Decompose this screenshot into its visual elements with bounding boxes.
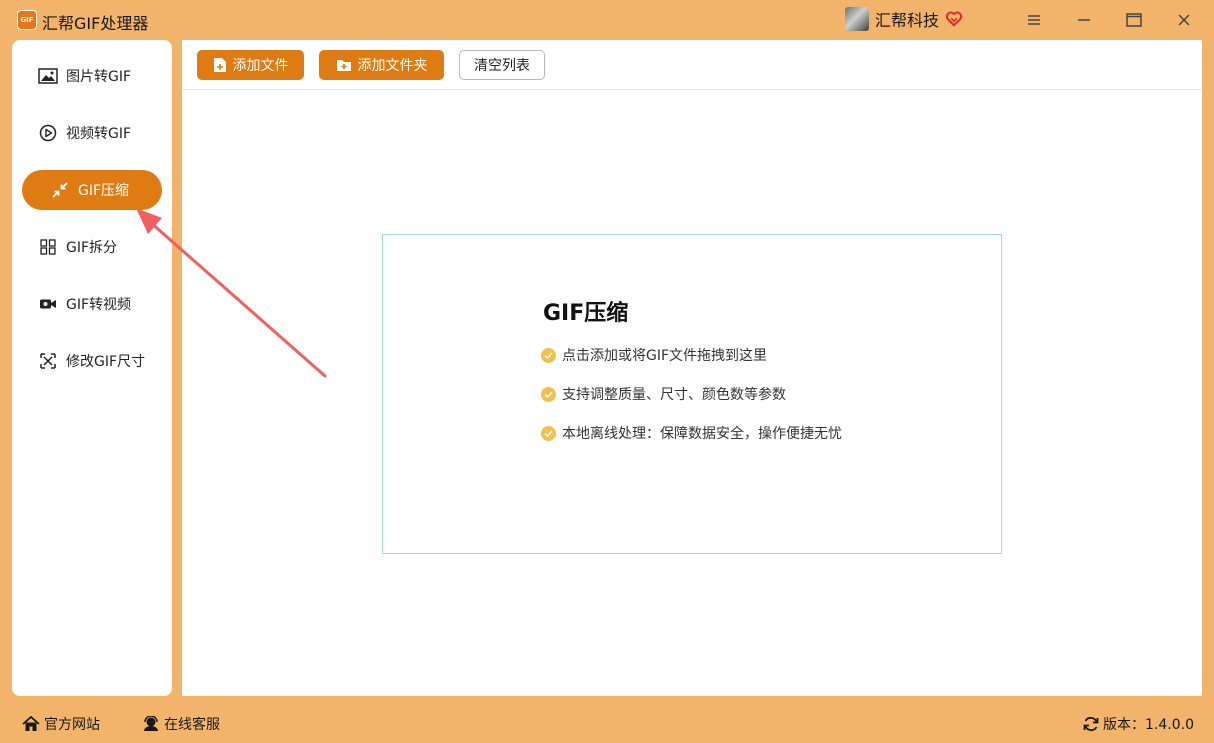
official-website-label: 官方网站 <box>44 717 100 733</box>
drop-zone-hint-text: 支持调整质量、尺寸、颜色数等参数 <box>562 387 786 403</box>
drop-zone-hint-text: 点击添加或将GIF文件拖拽到这里 <box>562 348 768 364</box>
online-support-link[interactable]: 在线客服 <box>142 714 220 734</box>
sidebar-item-gif-split[interactable]: GIF拆分 <box>22 227 162 267</box>
sidebar-item-video-to-gif[interactable]: 视频转GIF <box>22 113 162 153</box>
clear-list-button[interactable]: 清空列表 <box>459 50 545 80</box>
hamburger-icon[interactable] <box>1022 8 1046 32</box>
check-icon <box>541 347 556 363</box>
file-drop-zone[interactable]: GIF压缩 点击添加或将GIF文件拖拽到这里 支持调整质量、尺寸、颜色数等参数 … <box>382 234 1002 554</box>
compress-icon <box>50 180 70 200</box>
sidebar-item-label: 视频转GIF <box>66 126 132 142</box>
sidebar-item-image-to-gif[interactable]: 图片转GIF <box>22 56 162 96</box>
check-icon <box>541 425 556 441</box>
version-label: 版本：1.4.0.0 <box>1103 717 1194 733</box>
add-file-label: 添加文件 <box>232 58 289 74</box>
version-info[interactable]: 版本：1.4.0.0 <box>1083 714 1194 734</box>
sidebar-item-label: GIF转视频 <box>66 297 132 313</box>
main-panel: 添加文件 添加文件夹 清空列表 GIF压缩 点击添加或将GIF文件拖拽到这里 支… <box>182 40 1202 696</box>
sidebar: 图片转GIF 视频转GIF GIF压缩 GIF拆分 GIF转视频 修改GIF尺寸 <box>12 40 172 696</box>
vip-heart-icon[interactable] <box>945 10 963 28</box>
add-file-icon <box>213 58 226 72</box>
app-title: 汇帮GIF处理器 <box>42 14 149 33</box>
user-avatar[interactable] <box>845 7 869 31</box>
app-logo: GIF <box>17 10 37 30</box>
online-support-label: 在线客服 <box>164 717 220 733</box>
support-icon <box>144 716 158 731</box>
add-folder-icon <box>336 60 351 71</box>
drop-zone-hint: 点击添加或将GIF文件拖拽到这里 <box>541 345 767 365</box>
brand[interactable]: 汇帮科技 <box>845 7 963 31</box>
sidebar-item-label: GIF拆分 <box>66 240 118 256</box>
clear-list-label: 清空列表 <box>474 58 530 74</box>
minimize-icon[interactable] <box>1072 8 1096 32</box>
resize-icon <box>38 351 58 371</box>
drop-zone-hint: 本地离线处理：保障数据安全，操作便捷无忧 <box>541 423 842 443</box>
sidebar-item-gif-compress[interactable]: GIF压缩 <box>22 170 162 210</box>
sidebar-item-label: 图片转GIF <box>66 69 132 85</box>
title-bar: GIF 汇帮GIF处理器 汇帮科技 <box>0 0 1214 40</box>
split-icon <box>38 237 58 257</box>
drop-zone-hint: 支持调整质量、尺寸、颜色数等参数 <box>541 384 786 404</box>
drop-zone-hint-text: 本地离线处理：保障数据安全，操作便捷无忧 <box>562 426 842 442</box>
video-camera-icon <box>38 294 58 314</box>
add-folder-label: 添加文件夹 <box>357 58 428 74</box>
play-icon <box>38 123 58 143</box>
sidebar-item-resize-gif[interactable]: 修改GIF尺寸 <box>22 341 162 381</box>
check-icon <box>541 386 556 402</box>
refresh-icon <box>1083 716 1099 732</box>
sidebar-item-gif-to-video[interactable]: GIF转视频 <box>22 284 162 324</box>
official-website-link[interactable]: 官方网站 <box>22 714 100 734</box>
add-folder-button[interactable]: 添加文件夹 <box>319 50 444 80</box>
home-icon <box>22 716 40 731</box>
sidebar-item-label: GIF压缩 <box>78 183 130 199</box>
drop-zone-title: GIF压缩 <box>543 301 629 326</box>
add-file-button[interactable]: 添加文件 <box>197 50 304 80</box>
image-icon <box>38 66 58 86</box>
close-icon[interactable] <box>1172 8 1196 32</box>
toolbar: 添加文件 添加文件夹 清空列表 <box>182 40 1202 90</box>
sidebar-item-label: 修改GIF尺寸 <box>66 354 146 370</box>
brand-name: 汇帮科技 <box>875 11 940 30</box>
maximize-icon[interactable] <box>1122 8 1146 32</box>
